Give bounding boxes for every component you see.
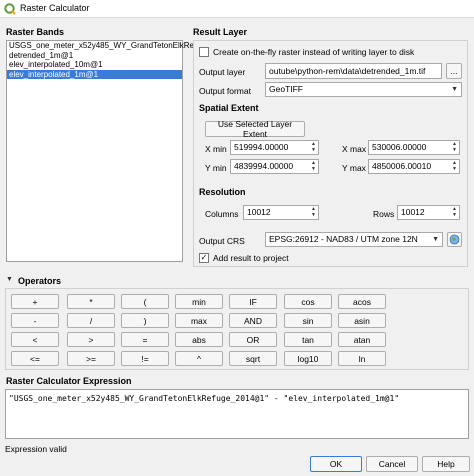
columns-label: Columns bbox=[205, 209, 239, 219]
operator-button[interactable]: < bbox=[11, 332, 59, 347]
spin-arrows-icon: ▲ ▼ bbox=[311, 206, 316, 218]
qgis-app-icon bbox=[4, 3, 16, 15]
raster-band-item[interactable]: elev_interpolated_1m@1 bbox=[7, 69, 182, 79]
operator-button[interactable]: ( bbox=[121, 294, 169, 309]
raster-bands-list[interactable]: USGS_one_meter_x52y485_WY_GrandTetonElkR… bbox=[6, 40, 205, 262]
spin-arrows-icon: ▲ ▼ bbox=[452, 141, 457, 153]
help-button[interactable]: Help bbox=[422, 456, 470, 472]
spin-arrows-icon: ▲ ▼ bbox=[311, 141, 316, 153]
window-title: Raster Calculator bbox=[20, 3, 90, 13]
spin-arrows-icon: ▲ ▼ bbox=[452, 160, 457, 172]
ymax-label: Y max bbox=[342, 163, 366, 173]
spatial-extent-heading: Spatial Extent bbox=[199, 103, 259, 113]
operator-button[interactable]: min bbox=[175, 294, 223, 309]
operator-button[interactable]: log10 bbox=[284, 351, 332, 366]
add-result-checkbox[interactable]: ✓ bbox=[199, 253, 209, 263]
output-crs-select[interactable]: EPSG:26912 - NAD83 / UTM zone 12N ▼ bbox=[265, 232, 443, 247]
checkmark-icon: ✓ bbox=[200, 253, 208, 262]
cancel-button[interactable]: Cancel bbox=[366, 456, 418, 472]
operator-button[interactable]: abs bbox=[175, 332, 223, 347]
operator-button[interactable]: <= bbox=[11, 351, 59, 366]
operator-button[interactable]: - bbox=[11, 313, 59, 328]
raster-bands-heading: Raster Bands bbox=[6, 27, 65, 37]
expression-status: Expression valid bbox=[5, 444, 67, 454]
result-layer-heading: Result Layer bbox=[193, 27, 248, 37]
use-selected-extent-button[interactable]: Use Selected Layer Extent bbox=[205, 119, 305, 139]
chevron-down-icon: ▼ bbox=[432, 236, 439, 243]
rows-label: Rows bbox=[373, 209, 395, 219]
output-format-label: Output format bbox=[199, 86, 251, 96]
operator-button[interactable]: ) bbox=[121, 313, 169, 328]
title-bar: Raster Calculator bbox=[0, 0, 474, 18]
output-layer-label: Output layer bbox=[199, 67, 246, 77]
rows-spinbox[interactable]: 10012 ▲ ▼ bbox=[397, 205, 460, 220]
collapse-arrow-icon[interactable]: ▼ bbox=[6, 276, 13, 283]
ok-button[interactable]: OK bbox=[310, 456, 362, 472]
operator-button[interactable]: * bbox=[67, 294, 115, 309]
xmin-value: 519994.00000 bbox=[234, 142, 289, 152]
operator-button[interactable]: atan bbox=[338, 332, 386, 347]
rows-value: 10012 bbox=[401, 207, 425, 217]
xmin-spinbox[interactable]: 519994.00000 ▲ ▼ bbox=[230, 140, 319, 155]
operator-button[interactable]: + bbox=[11, 294, 59, 309]
operator-button[interactable]: sin bbox=[284, 313, 332, 328]
spin-arrows-icon: ▲ ▼ bbox=[311, 160, 316, 172]
ymin-spinbox[interactable]: 4839994.00000 ▲ ▼ bbox=[230, 159, 319, 174]
raster-band-item[interactable]: detrended_1m@1 bbox=[7, 51, 182, 61]
xmax-value: 530006.00000 bbox=[372, 142, 427, 152]
expression-heading: Raster Calculator Expression bbox=[6, 376, 132, 386]
output-format-value: GeoTIFF bbox=[269, 84, 304, 94]
expression-editor[interactable]: "USGS_one_meter_x52y485_WY_GrandTetonElk… bbox=[5, 389, 469, 439]
spin-arrows-icon: ▲ ▼ bbox=[452, 206, 457, 218]
ymax-spinbox[interactable]: 4850006.00010 ▲ ▼ bbox=[368, 159, 460, 174]
columns-value: 10012 bbox=[247, 207, 271, 217]
operators-grid: + *(min IF cos acos - /) max AND sin asin < > = abs OR t… bbox=[5, 288, 469, 370]
operator-button[interactable]: ln bbox=[338, 351, 386, 366]
chevron-down-icon: ▼ bbox=[451, 86, 458, 93]
browse-button[interactable]: ... bbox=[446, 63, 462, 79]
add-result-label: Add result to project bbox=[213, 253, 289, 263]
output-layer-field[interactable]: outube\python-rem\data\detrended_1m.tif bbox=[265, 63, 442, 79]
resolution-heading: Resolution bbox=[199, 187, 246, 197]
operator-button[interactable]: AND bbox=[229, 313, 277, 328]
output-crs-value: EPSG:26912 - NAD83 / UTM zone 12N bbox=[269, 234, 418, 244]
on-the-fly-checkbox[interactable] bbox=[199, 47, 209, 57]
columns-spinbox[interactable]: 10012 ▲ ▼ bbox=[243, 205, 319, 220]
operator-button[interactable]: != bbox=[121, 351, 169, 366]
operator-button[interactable]: OR bbox=[229, 332, 277, 347]
operator-button[interactable]: acos bbox=[338, 294, 386, 309]
xmax-spinbox[interactable]: 530006.00000 ▲ ▼ bbox=[368, 140, 460, 155]
operator-button[interactable]: sqrt bbox=[229, 351, 277, 366]
ymin-value: 4839994.00000 bbox=[234, 161, 294, 171]
operator-button[interactable]: cos bbox=[284, 294, 332, 309]
globe-icon bbox=[449, 234, 460, 245]
on-the-fly-label: Create on-the-fly raster instead of writ… bbox=[213, 47, 415, 57]
ymin-label: Y min bbox=[205, 163, 227, 173]
operator-button[interactable]: >= bbox=[67, 351, 115, 366]
crs-selector-button[interactable] bbox=[447, 232, 462, 247]
ymax-value: 4850006.00010 bbox=[372, 161, 432, 171]
raster-band-item[interactable]: USGS_one_meter_x52y485_WY_GrandTetonElkR… bbox=[7, 41, 205, 51]
operators-heading: Operators bbox=[18, 276, 62, 286]
operator-button[interactable]: max bbox=[175, 313, 223, 328]
operator-button[interactable]: asin bbox=[338, 313, 386, 328]
operator-button[interactable]: ^ bbox=[175, 351, 223, 366]
output-format-select[interactable]: GeoTIFF ▼ bbox=[265, 82, 462, 97]
operator-button[interactable]: IF bbox=[229, 294, 277, 309]
raster-band-item[interactable]: elev_interpolated_10m@1 bbox=[7, 60, 182, 70]
operator-button[interactable]: tan bbox=[284, 332, 332, 347]
output-crs-label: Output CRS bbox=[199, 236, 245, 246]
xmax-label: X max bbox=[342, 144, 367, 154]
operator-button[interactable]: > bbox=[67, 332, 115, 347]
operator-button[interactable]: / bbox=[67, 313, 115, 328]
xmin-label: X min bbox=[205, 144, 227, 154]
operator-button[interactable]: = bbox=[121, 332, 169, 347]
